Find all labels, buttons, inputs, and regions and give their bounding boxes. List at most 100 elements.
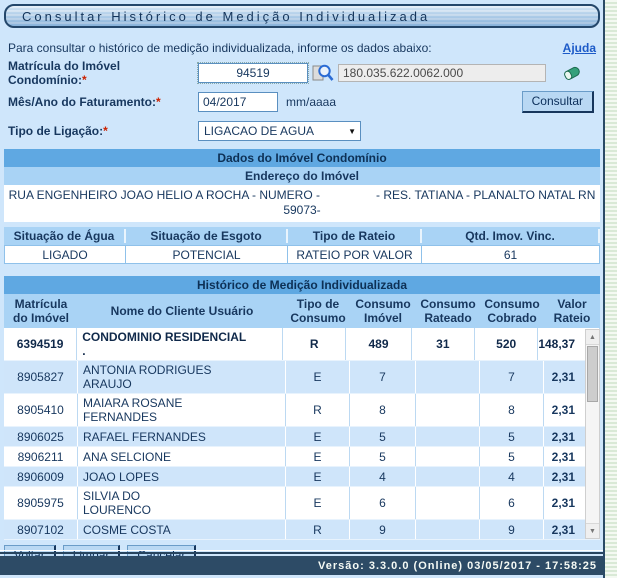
scrollbar-thumb[interactable] xyxy=(587,346,598,402)
cell-matricula: 8906009 xyxy=(4,467,78,486)
cell-consumo-cobrado: 520 xyxy=(475,328,538,360)
cell-nome: ANA SELCIONE xyxy=(78,447,286,466)
tipo-ligacao-value: LIGACAO DE AGUA xyxy=(204,124,314,138)
matricula-row: Matrícula do Imóvel Condomínio:* xyxy=(8,61,596,85)
cell-tipo-consumo: E xyxy=(286,467,350,486)
matricula-input[interactable] xyxy=(198,63,308,83)
cell-nome: RAFAEL FERNANDES xyxy=(78,427,286,446)
cell-nome: CONDOMINIO RESIDENCIAL . xyxy=(77,328,283,360)
table-row: 8907102 COSME COSTA R 9 9 2,31 xyxy=(4,520,600,540)
main-content: Consultar Histórico de Medição Individua… xyxy=(4,4,600,567)
value-qtd-imov-vinc: 61 xyxy=(422,245,600,264)
page-title: Consultar Histórico de Medição Individua… xyxy=(4,4,600,28)
dados-imovel-section-header: Dados do Imóvel Condomínio xyxy=(4,149,600,167)
mes-ano-row: Mês/Ano do Faturamento:* mm/aaaa Consult… xyxy=(8,90,596,114)
cell-nome: JOAO LOPES xyxy=(78,467,286,486)
cell-consumo-imovel: 4 xyxy=(350,467,416,486)
cell-tipo-consumo: R xyxy=(286,520,350,539)
cell-matricula: 8906211 xyxy=(4,447,78,466)
cell-matricula: 8905827 xyxy=(4,361,78,393)
matricula-label: Matrícula do Imóvel Condomínio:* xyxy=(8,59,198,87)
historico-column-headers: Matrícula do Imóvel Nome do Cliente Usuá… xyxy=(4,294,600,328)
intro-row: Para consultar o histórico de medição in… xyxy=(8,41,596,55)
header-qtd-imov-vinc: Qtd. Imov. Vinc. xyxy=(422,229,600,243)
historico-section: Histórico de Medição Individualizada Mat… xyxy=(4,276,600,540)
col-tipo-consumo: Tipo de Consumo xyxy=(286,297,350,325)
cell-consumo-imovel: 5 xyxy=(350,447,416,466)
search-icon[interactable] xyxy=(312,63,334,83)
footer-divider-dark xyxy=(0,552,603,554)
table-row: 8906025 RAFAEL FERNANDES E 5 5 2,31 xyxy=(4,427,600,447)
endereco-parte2: - RES. TATIANA - PLANALTO NATAL RN xyxy=(376,188,595,202)
cell-tipo-consumo: E xyxy=(286,487,350,519)
cell-consumo-imovel: 5 xyxy=(350,427,416,446)
cell-consumo-cobrado: 8 xyxy=(480,394,544,426)
tipo-ligacao-row: Tipo de Ligação:* LIGACAO DE AGUA ▼ xyxy=(8,119,596,143)
cell-consumo-imovel: 489 xyxy=(346,328,411,360)
table-row: 8905827 ANTONIA RODRIGUES ARAUJO E 7 7 2… xyxy=(4,361,600,394)
scrollbar-down-icon[interactable]: ▼ xyxy=(586,523,599,538)
cell-consumo-cobrado: 5 xyxy=(480,427,544,446)
consultar-button[interactable]: Consultar xyxy=(522,91,594,113)
right-edge-stripes xyxy=(603,0,617,578)
endereco-value: RUA ENGENHEIRO JOAO HELIO A ROCHA - NUME… xyxy=(4,185,600,223)
value-tipo-rateio: RATEIO POR VALOR xyxy=(288,245,422,264)
footer-divider-light xyxy=(0,550,603,551)
cell-consumo-cobrado: 7 xyxy=(480,361,544,393)
cell-consumo-rateado xyxy=(416,447,480,466)
table-row: 8906211 ANA SELCIONE E 5 5 2,31 xyxy=(4,447,600,467)
situacao-value-row: LIGADO POTENCIAL RATEIO POR VALOR 61 xyxy=(4,245,600,264)
tipo-ligacao-select[interactable]: LIGACAO DE AGUA ▼ xyxy=(198,121,361,141)
cell-tipo-consumo: E xyxy=(286,447,350,466)
col-valor-rateio: Valor Rateio xyxy=(544,297,600,325)
col-consumo-rateado: Consumo Rateado xyxy=(416,297,480,325)
table-row: 6394519 CONDOMINIO RESIDENCIAL . R 489 3… xyxy=(4,328,600,361)
required-marker: * xyxy=(103,124,108,138)
endereco-parte1: RUA ENGENHEIRO JOAO HELIO A ROCHA - NUME… xyxy=(9,188,320,202)
historico-rows: 6394519 CONDOMINIO RESIDENCIAL . R 489 3… xyxy=(4,328,600,540)
inscricao-field xyxy=(338,64,546,82)
col-consumo-cobrado: Consumo Cobrado xyxy=(480,297,544,325)
col-consumo-imovel: Consumo Imóvel xyxy=(350,297,416,325)
eraser-icon[interactable] xyxy=(562,64,582,83)
cell-consumo-rateado xyxy=(416,467,480,486)
endereco-header: Endereço do Imóvel xyxy=(4,167,600,185)
intro-text: Para consultar o histórico de medição in… xyxy=(8,41,432,55)
scrollbar-up-icon[interactable]: ▲ xyxy=(586,330,599,345)
cell-tipo-consumo: R xyxy=(283,328,346,360)
required-marker: * xyxy=(82,73,87,87)
table-row: 8905975 SILVIA DO LOURENCO E 6 6 2,31 xyxy=(4,487,600,520)
mes-ano-input[interactable] xyxy=(198,92,278,112)
historico-section-header: Histórico de Medição Individualizada xyxy=(4,276,600,294)
cell-consumo-cobrado: 4 xyxy=(480,467,544,486)
cell-consumo-rateado xyxy=(416,520,480,539)
mes-ano-label: Mês/Ano do Faturamento:* xyxy=(8,95,198,109)
date-format-hint: mm/aaaa xyxy=(286,95,336,109)
header-tipo-rateio: Tipo de Rateio xyxy=(288,229,422,243)
version-status-bar: Versão: 3.3.0.0 (Online) 03/05/2017 - 17… xyxy=(0,556,603,575)
cell-consumo-imovel: 6 xyxy=(350,487,416,519)
cell-consumo-rateado: 31 xyxy=(412,328,475,360)
required-marker: * xyxy=(156,95,161,109)
table-row: 8905410 MAIARA ROSANE FERNANDES R 8 8 2,… xyxy=(4,394,600,427)
help-link[interactable]: Ajuda xyxy=(563,41,596,55)
cell-consumo-rateado xyxy=(416,487,480,519)
cell-consumo-cobrado: 6 xyxy=(480,487,544,519)
cell-matricula: 8906025 xyxy=(4,427,78,446)
cell-matricula: 8905975 xyxy=(4,487,78,519)
cell-nome: COSME COSTA xyxy=(78,520,286,539)
value-situacao-agua: LIGADO xyxy=(4,245,126,264)
table-row: 8906009 JOAO LOPES E 4 4 2,31 xyxy=(4,467,600,487)
vertical-scrollbar[interactable]: ▲ ▼ xyxy=(585,329,600,539)
cell-tipo-consumo: E xyxy=(286,427,350,446)
chevron-down-icon: ▼ xyxy=(348,127,356,136)
cell-matricula: 8907102 xyxy=(4,520,78,539)
situacao-header-row: Situação de Água Situação de Esgoto Tipo… xyxy=(4,227,600,245)
cell-consumo-imovel: 7 xyxy=(350,361,416,393)
cell-nome: SILVIA DO LOURENCO xyxy=(78,487,286,519)
col-nome-cliente: Nome do Cliente Usuário xyxy=(78,297,286,325)
cell-nome: ANTONIA RODRIGUES ARAUJO xyxy=(78,361,286,393)
tipo-ligacao-label: Tipo de Ligação:* xyxy=(8,124,198,138)
cell-consumo-imovel: 8 xyxy=(350,394,416,426)
cell-consumo-rateado xyxy=(416,394,480,426)
